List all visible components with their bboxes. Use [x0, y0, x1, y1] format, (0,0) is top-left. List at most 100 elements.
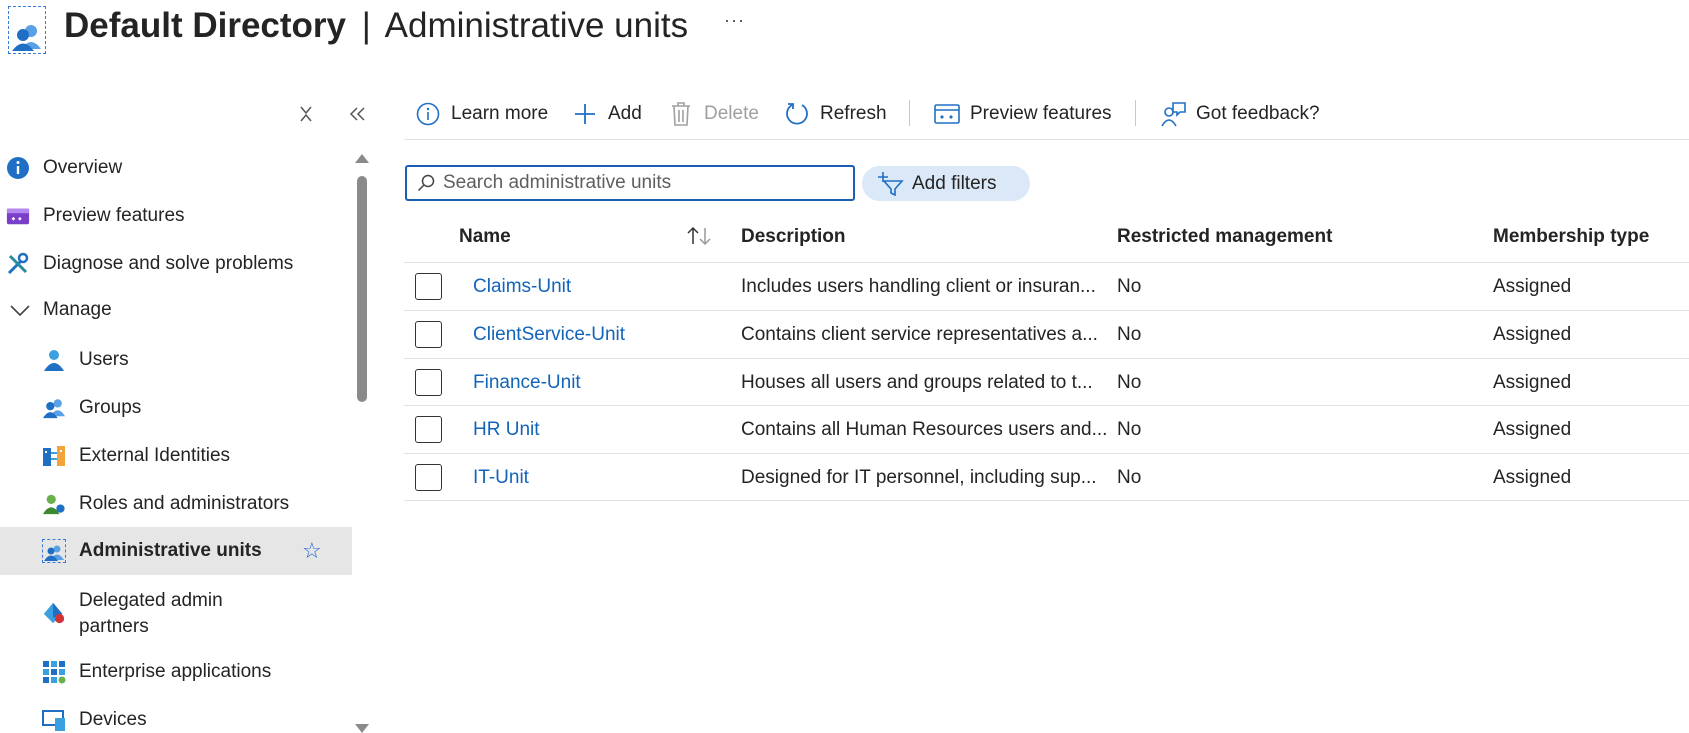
table-divider	[404, 405, 1689, 406]
sidebar-item-label: Devices	[79, 709, 147, 730]
add-filters-label: Add filters	[912, 172, 997, 194]
toolbar-divider	[1135, 100, 1136, 126]
unit-membership: Assigned	[1493, 324, 1572, 345]
sidebar-item-enterprise-applications[interactable]: Enterprise applications	[0, 660, 352, 684]
chevron-down-icon	[8, 298, 32, 322]
sidebar-item-roles[interactable]: Roles and administrators	[0, 492, 352, 516]
sidebar-item-label: Roles and administrators	[79, 493, 290, 514]
refresh-button[interactable]: Refresh	[784, 98, 887, 130]
unit-description: Designed for IT personnel, including sup…	[741, 467, 1097, 488]
sidebar-item-users[interactable]: Users	[0, 348, 352, 372]
unit-membership: Assigned	[1493, 419, 1572, 440]
group-icon	[42, 396, 66, 420]
search-box[interactable]	[405, 165, 855, 201]
feedback-label: Got feedback?	[1196, 103, 1320, 124]
unit-restricted: No	[1117, 324, 1142, 345]
sidebar-item-label: Overview	[43, 157, 123, 178]
scroll-down-arrow-icon[interactable]	[355, 724, 369, 733]
delete-button[interactable]: Delete	[668, 98, 759, 130]
enterprise-apps-icon	[42, 660, 66, 684]
row-checkbox[interactable]	[415, 369, 442, 396]
unit-restricted: No	[1117, 419, 1142, 440]
add-filter-icon	[878, 171, 904, 196]
sidebar-item-administrative-units[interactable]: Administrative units ☆	[0, 527, 352, 575]
page-title-rest: Administrative units	[384, 6, 689, 45]
unit-restricted: No	[1117, 372, 1142, 393]
more-options-button[interactable]: ···	[724, 10, 745, 31]
preview-features-icon	[934, 101, 960, 127]
delegated-admin-icon	[42, 601, 66, 625]
user-icon	[42, 348, 66, 372]
trash-icon	[668, 101, 694, 127]
unit-name-link[interactable]: HR Unit	[473, 419, 540, 441]
learn-more-label: Learn more	[451, 103, 549, 124]
search-input[interactable]	[441, 171, 841, 195]
toolbar-divider	[909, 100, 910, 126]
preview-features-button[interactable]: Preview features	[934, 98, 1112, 130]
row-checkbox[interactable]	[415, 273, 442, 300]
devices-icon	[42, 708, 66, 732]
sidebar-item-groups[interactable]: Groups	[0, 396, 352, 420]
row-checkbox[interactable]	[415, 321, 442, 348]
sidebar-item-label: Diagnose and solve problems	[43, 253, 294, 274]
unit-description: Contains all Human Resources users and..…	[741, 419, 1108, 440]
sidebar-scrollbar-thumb[interactable]	[357, 176, 367, 402]
collapse-expand-icon[interactable]	[298, 104, 314, 129]
column-header-name[interactable]: Name	[459, 226, 511, 248]
table-divider	[404, 358, 1689, 359]
page-title: Default Directory | Administrative units	[64, 4, 688, 48]
sidebar-item-label-line2: partners	[79, 616, 149, 637]
sidebar-item-label: Administrative units	[79, 540, 262, 561]
sort-icon[interactable]	[686, 226, 712, 251]
sidebar-item-delegated-admin[interactable]: Delegated admin partners	[0, 588, 352, 638]
sidebar-item-label: Groups	[79, 397, 142, 418]
preview-icon	[6, 204, 30, 228]
feedback-button[interactable]: Got feedback?	[1160, 98, 1320, 130]
unit-name-link[interactable]: ClientService-Unit	[473, 324, 625, 346]
table-divider	[404, 500, 1689, 501]
feedback-icon	[1160, 101, 1186, 127]
collapse-sidebar-icon[interactable]	[348, 104, 366, 129]
external-identities-icon	[42, 444, 66, 468]
plus-icon	[572, 101, 598, 127]
info-icon	[6, 156, 30, 180]
unit-name-link[interactable]: Claims-Unit	[473, 276, 571, 298]
sidebar-item-label: External Identities	[79, 445, 231, 466]
table-divider	[404, 453, 1689, 454]
sidebar-item-label: Manage	[43, 299, 112, 320]
toolbar-divider-line	[404, 139, 1689, 140]
column-header-membership-type[interactable]: Membership type	[1493, 226, 1649, 248]
column-header-description[interactable]: Description	[741, 226, 846, 248]
sidebar-item-label: Users	[79, 349, 129, 370]
roles-icon	[42, 492, 66, 516]
sidebar-item-diagnose[interactable]: Diagnose and solve problems	[0, 252, 352, 276]
sidebar-item-external-identities[interactable]: External Identities	[0, 444, 352, 468]
unit-name-link[interactable]: Finance-Unit	[473, 372, 581, 394]
sidebar-group-manage[interactable]: Manage	[0, 298, 352, 322]
add-filters-button[interactable]: Add filters	[862, 166, 1030, 201]
wrench-icon	[6, 252, 30, 276]
preview-features-label: Preview features	[970, 103, 1112, 124]
page-title-bold: Default Directory	[64, 6, 347, 45]
sidebar-item-label: Preview features	[43, 205, 185, 226]
sidebar-item-devices[interactable]: Devices	[0, 708, 352, 732]
favorite-star-icon[interactable]: ☆	[302, 538, 322, 564]
sidebar-item-overview[interactable]: Overview	[0, 156, 352, 180]
add-button[interactable]: Add	[572, 98, 642, 130]
add-label: Add	[608, 103, 642, 124]
column-header-restricted-management[interactable]: Restricted management	[1117, 226, 1332, 248]
unit-restricted: No	[1117, 467, 1142, 488]
search-icon	[417, 174, 435, 192]
unit-name-link[interactable]: IT-Unit	[473, 467, 529, 489]
row-checkbox[interactable]	[415, 464, 442, 491]
delete-label: Delete	[704, 103, 759, 124]
scroll-up-arrow-icon[interactable]	[355, 154, 369, 163]
admin-units-icon	[42, 539, 66, 563]
refresh-label: Refresh	[820, 103, 887, 124]
sidebar-item-preview-features[interactable]: Preview features	[0, 204, 352, 228]
learn-more-button[interactable]: Learn more	[415, 98, 548, 130]
sidebar-item-label-line1: Delegated admin	[79, 590, 223, 611]
unit-description: Houses all users and groups related to t…	[741, 372, 1093, 393]
unit-restricted: No	[1117, 276, 1142, 297]
row-checkbox[interactable]	[415, 416, 442, 443]
